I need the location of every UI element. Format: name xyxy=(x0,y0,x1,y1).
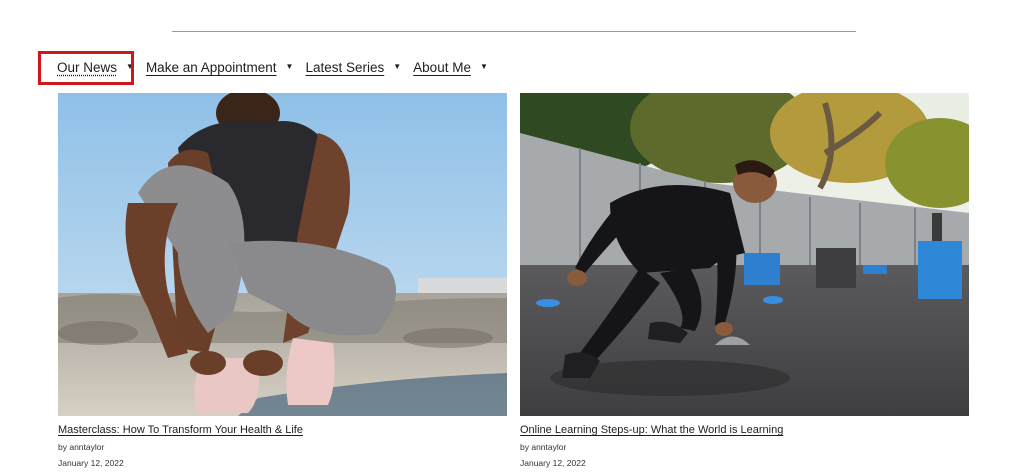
triangle-down-icon: ▼ xyxy=(285,62,294,71)
post-title-link[interactable]: Online Learning Steps-up: What the World… xyxy=(520,424,969,436)
nav-item-about-me[interactable]: About Me ▼ xyxy=(413,55,488,79)
post-date: January 12, 2022 xyxy=(58,458,124,468)
post-card: Online Learning Steps-up: What the World… xyxy=(520,93,969,468)
post-card: Masterclass: How To Transform Your Healt… xyxy=(58,93,507,468)
nav-item-latest-series[interactable]: Latest Series ▼ xyxy=(305,55,401,79)
post-author: by anntaylor xyxy=(58,442,105,452)
page: Our News ▼ Make an Appointment ▼ Latest … xyxy=(0,0,1024,475)
highlight-box xyxy=(38,51,134,85)
nav-item-label: Latest Series xyxy=(305,59,385,75)
post-image-link[interactable] xyxy=(58,93,507,416)
post-image xyxy=(58,93,507,416)
post-image-link[interactable] xyxy=(520,93,969,416)
post-title-link[interactable]: Masterclass: How To Transform Your Healt… xyxy=(58,424,507,436)
post-date: January 12, 2022 xyxy=(520,458,586,468)
post-image xyxy=(520,93,969,416)
triangle-down-icon: ▼ xyxy=(393,62,402,71)
triangle-down-icon: ▼ xyxy=(479,62,488,71)
header-divider xyxy=(172,31,856,32)
nav-item-label: Make an Appointment xyxy=(145,59,277,75)
nav-item-make-an-appointment[interactable]: Make an Appointment ▼ xyxy=(146,55,294,79)
post-author: by anntaylor xyxy=(520,442,567,452)
nav-item-label: About Me xyxy=(413,59,471,75)
